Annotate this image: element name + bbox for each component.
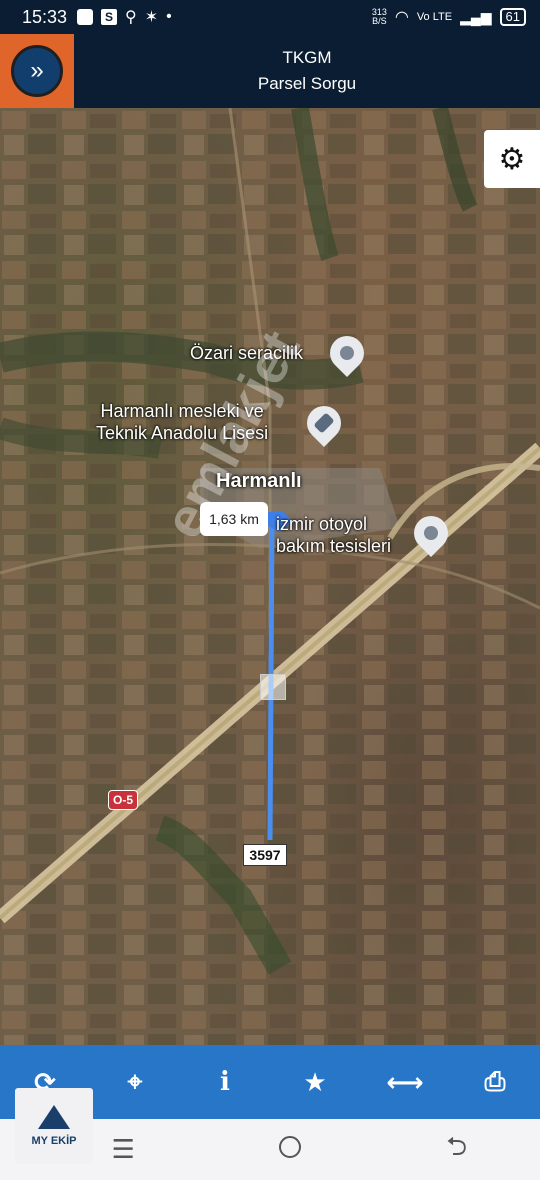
network-type: Vo LTE — [416, 11, 453, 23]
satellite-terrain — [0, 108, 540, 1045]
battery-indicator: 61 — [499, 8, 526, 26]
place-label-maintenance: izmir otoyol bakım tesisleri — [276, 514, 392, 556]
home-button[interactable] — [260, 1134, 320, 1165]
crosshair-icon[interactable]: ⌖ — [110, 1057, 160, 1107]
wifi-icon: ◠ — [394, 9, 409, 26]
logo-text: MY EKİP — [31, 1135, 77, 1147]
gear-icon: ⚙ — [498, 142, 526, 176]
app-title: TKGM — [282, 48, 332, 67]
app-subtitle: Parsel Sorgu — [257, 74, 357, 93]
s-app-icon: S — [101, 9, 118, 25]
home-icon — [278, 1136, 301, 1158]
status-right: 313 B/S ◠ Vo LTE ▂▄▆ 61 — [372, 7, 526, 27]
measure-midpoint-handle[interactable] — [260, 674, 286, 700]
dot-icon: • — [166, 8, 172, 25]
print-icon[interactable]: ⎙ — [470, 1057, 520, 1107]
star-icon: ✶ — [144, 9, 159, 26]
logo-mark-icon — [38, 1105, 70, 1129]
status-bar: 15:33 S ⚲ ✶ • 313 B/S ◠ Vo LTE ▂▄▆ 61 — [0, 0, 540, 34]
info-icon[interactable]: i — [200, 1057, 250, 1107]
status-time: 15:33 — [22, 6, 68, 27]
double-chevron-right-icon: » — [11, 45, 63, 97]
back-icon[interactable]: ⮌ — [427, 1128, 487, 1172]
parcel-number-label: 3597 — [243, 844, 287, 866]
measure-icon[interactable]: ⟷ — [380, 1057, 430, 1107]
recent-apps-icon[interactable]: ☰ — [93, 1134, 153, 1165]
menu-button[interactable]: » — [0, 34, 74, 108]
signal-icon: ▂▄▆ — [460, 8, 492, 25]
my-ekip-logo: MY EKİP — [15, 1088, 93, 1164]
map-view[interactable]: ⚙ Özari seracilik Harmanlı mesleki ve Te… — [0, 108, 540, 1045]
road-badge: O-5 — [108, 790, 139, 810]
settings-button[interactable]: ⚙ — [484, 130, 540, 188]
location-icon: ⚲ — [125, 9, 137, 26]
header-titles: TKGM Parsel Sorgu — [74, 34, 540, 108]
app-header: » TKGM Parsel Sorgu — [0, 34, 540, 108]
photo-icon — [77, 9, 94, 25]
network-speed: 313 B/S — [371, 7, 387, 26]
star-icon[interactable]: ★ — [290, 1057, 340, 1107]
